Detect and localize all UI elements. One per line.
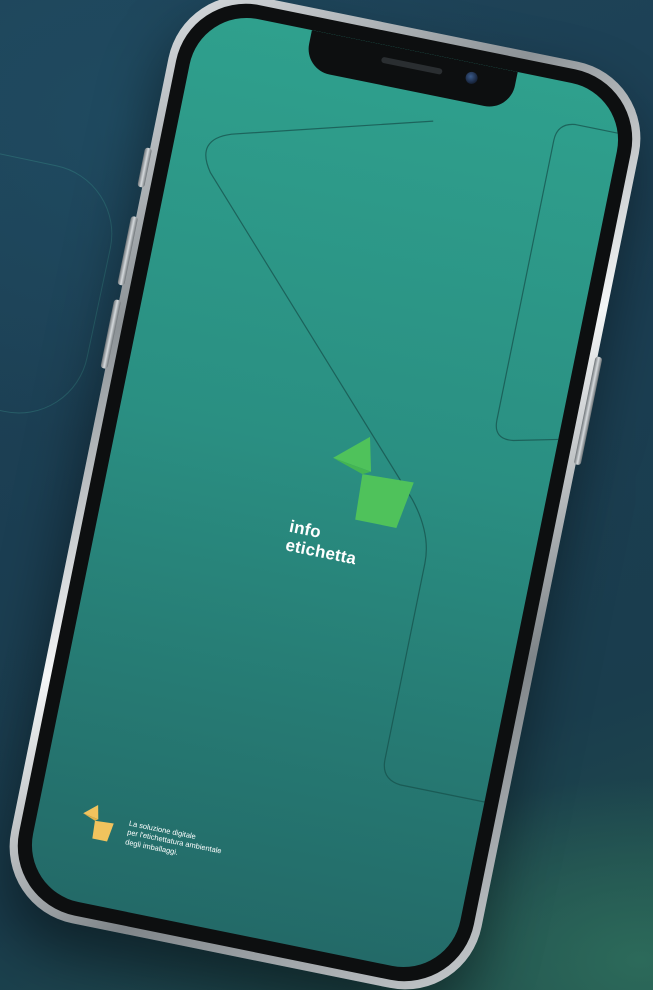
mockup-background: info etichetta La soluzione digitale per… — [0, 0, 653, 990]
splash-screen: info etichetta La soluzione digitale per… — [21, 7, 629, 978]
phone-mockup: info etichetta La soluzione digitale per… — [0, 0, 653, 990]
infoetichetta-small-logo-icon — [83, 804, 114, 842]
earpiece-speaker — [380, 56, 443, 75]
front-camera — [464, 70, 479, 85]
infoetichetta-logo-icon — [333, 436, 414, 528]
